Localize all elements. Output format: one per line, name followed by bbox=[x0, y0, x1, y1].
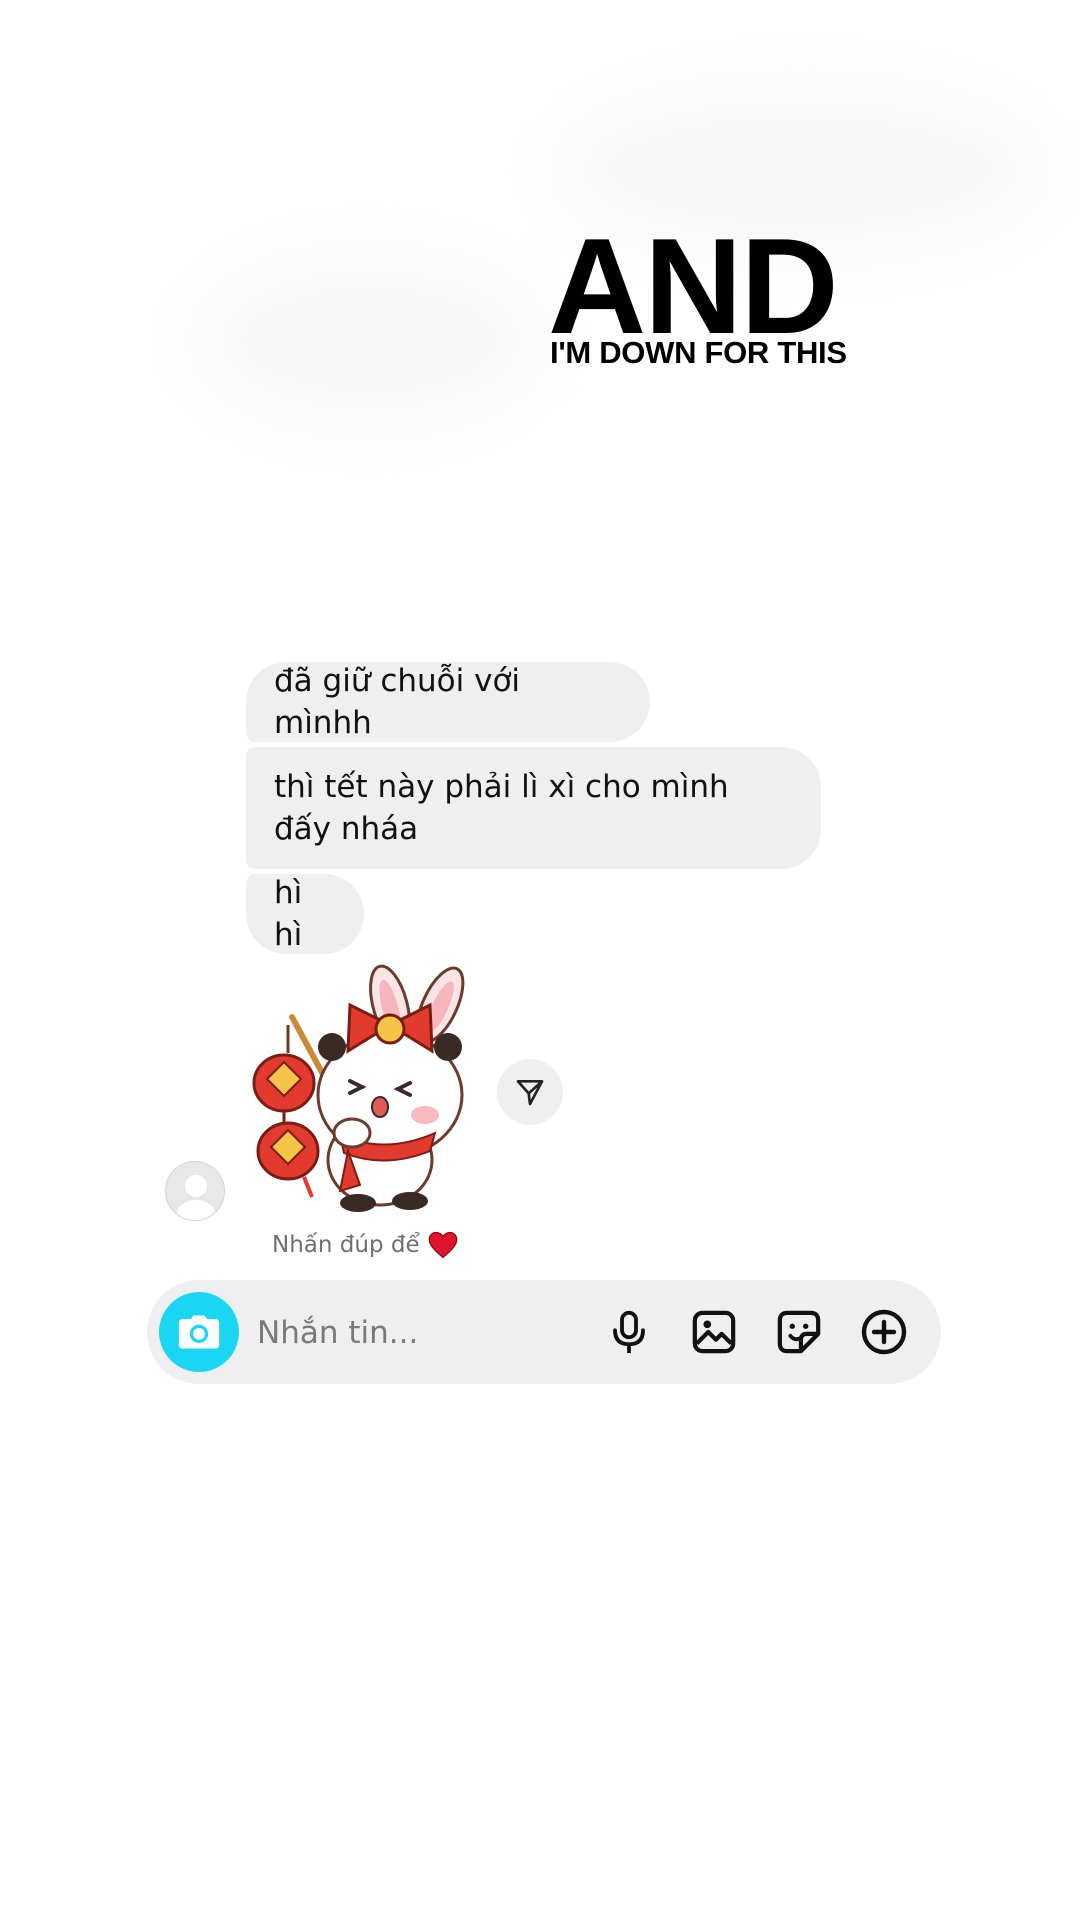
camera-icon bbox=[177, 1313, 221, 1351]
camera-button[interactable] bbox=[159, 1292, 239, 1372]
plus-circle-icon bbox=[860, 1308, 908, 1356]
overlay-title: AND bbox=[548, 210, 839, 362]
red-heart-icon bbox=[428, 1231, 458, 1259]
message-bubble[interactable]: đã giữ chuỗi với mìnhh bbox=[246, 662, 650, 742]
microphone-icon bbox=[608, 1309, 650, 1355]
image-icon bbox=[691, 1309, 737, 1355]
share-button[interactable] bbox=[497, 1059, 563, 1125]
avatar[interactable] bbox=[165, 1161, 225, 1221]
background-smudge bbox=[200, 260, 540, 420]
hint-text: Nhấn đúp để bbox=[272, 1232, 420, 1258]
send-arrow-icon bbox=[514, 1076, 546, 1108]
double-tap-hint: Nhấn đúp để bbox=[272, 1231, 458, 1259]
overlay-subtitle: I'M DOWN FOR THIS bbox=[550, 335, 847, 370]
message-bubble[interactable]: thì tết này phải lì xì cho mình đấy nháa bbox=[246, 747, 821, 869]
message-text: đã giữ chuỗi với mìnhh bbox=[274, 663, 521, 741]
chat-screen: AND I'M DOWN FOR THIS đã giữ chuỗi với m… bbox=[0, 0, 1080, 1920]
panda-lantern-sticker[interactable] bbox=[240, 955, 490, 1215]
microphone-button[interactable] bbox=[599, 1302, 659, 1362]
message-composer bbox=[147, 1280, 941, 1384]
message-text: hì hì bbox=[274, 875, 303, 953]
sticker-icon bbox=[776, 1309, 822, 1355]
message-text: thì tết này phải lì xì cho mình đấy nháa bbox=[274, 769, 729, 847]
sticker-button[interactable] bbox=[769, 1302, 829, 1362]
message-input[interactable] bbox=[255, 1302, 599, 1364]
message-bubble[interactable]: hì hì bbox=[246, 874, 364, 954]
gallery-button[interactable] bbox=[684, 1302, 744, 1362]
add-button[interactable] bbox=[854, 1302, 914, 1362]
